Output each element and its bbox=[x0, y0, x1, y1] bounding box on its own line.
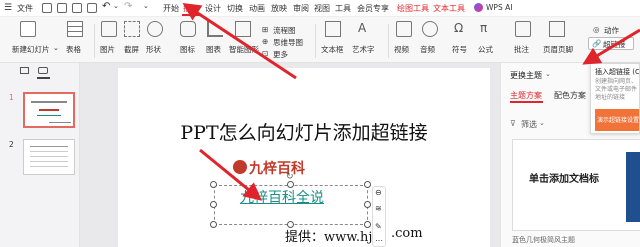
app-window: ☰ 文件 ↶ ⌄ ↷ ⌄ 开始 插入 设计 切换 动画 放映 审阅 视图 工具 … bbox=[0, 0, 640, 247]
arrow-to-insert-tab bbox=[182, 3, 297, 80]
annotation-arrows bbox=[182, 3, 640, 201]
arrow-to-link-text bbox=[199, 148, 262, 201]
arrow-to-hyperlink-button bbox=[582, 28, 640, 65]
